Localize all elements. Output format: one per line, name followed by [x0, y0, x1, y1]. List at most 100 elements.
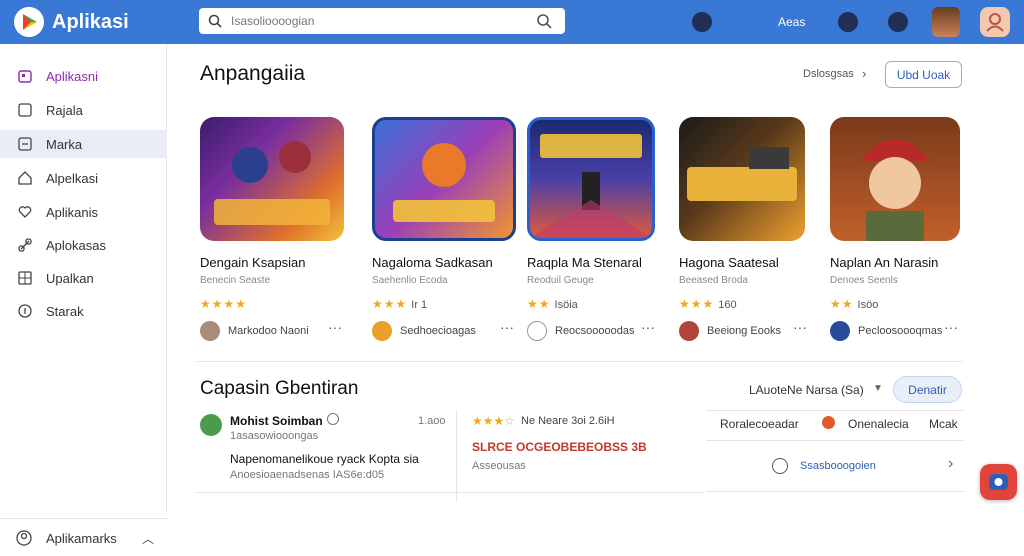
link-icon [18, 238, 32, 252]
more-options-icon[interactable]: ··· [641, 319, 655, 335]
app-logo[interactable] [14, 7, 44, 37]
rating-value: Ir 1 [411, 299, 428, 311]
search-submit-icon[interactable] [536, 13, 552, 29]
star-rating: ★★ [830, 297, 854, 311]
play-logo-icon [14, 7, 44, 37]
section-divider [196, 361, 962, 362]
developer-name[interactable]: Pecloosoooqmas [858, 325, 942, 337]
featured-headline[interactable]: SLRCE OCGEOBEBEOBSS 3B [472, 440, 647, 454]
chevron-down-icon[interactable]: ▼ [873, 383, 883, 394]
sidebar-item-upalkan[interactable]: Upalkan [0, 264, 167, 292]
reviewer-subline: 1asasowiooongas [230, 430, 319, 442]
link-label[interactable]: Ssasbooogoien [800, 460, 876, 472]
user-avatar[interactable] [932, 7, 960, 37]
sidebar-footer-label: Aplikamarks [46, 531, 117, 546]
sidebar-item-aplikasni[interactable]: Aplikasni [0, 62, 167, 90]
floating-action-button[interactable] [980, 464, 1017, 500]
app-rating: ★★ Isöia [527, 297, 578, 311]
app-card[interactable]: Naplan An Narasin Denoes Seenls ★★ Isöo P… [830, 117, 980, 347]
star-rating: ★★ [527, 297, 551, 311]
review-text: Napenomanelikoue ryack Kopta sia [230, 452, 419, 466]
app-thumbnail[interactable] [830, 117, 960, 241]
chevron-right-icon[interactable]: › [948, 455, 953, 473]
app-title[interactable]: Naplan An Narasin [830, 255, 938, 270]
app-thumbnail[interactable] [200, 117, 344, 241]
sidebar-item-label: Aplikanis [46, 205, 99, 220]
column-divider [456, 410, 457, 502]
sidebar-item-aplokasas[interactable]: Aplokasas [0, 231, 167, 259]
app-subtitle: Reoduil Geuge [527, 275, 594, 286]
more-options-icon[interactable]: ··· [500, 319, 514, 335]
chevron-up-icon[interactable]: ︿ [142, 530, 154, 547]
info-icon [18, 304, 32, 318]
app-card[interactable]: Hagona Saatesal Beeased Broda ★★★ 160 Bee… [679, 117, 829, 347]
app-thumbnail[interactable] [679, 117, 805, 241]
more-options-icon[interactable]: ··· [944, 319, 958, 335]
developer-avatar [200, 321, 220, 341]
developer-row: Sedhoecioagas ··· [372, 319, 522, 341]
sidebar-item-label: Upalkan [46, 271, 94, 286]
verified-icon [327, 413, 339, 425]
reviewer-name[interactable]: Mohist Soimban [230, 414, 323, 428]
account-button[interactable] [980, 7, 1010, 37]
sidebar-item-alpelkasi[interactable]: Alpelkasi [0, 164, 167, 192]
notifications-icon[interactable] [692, 12, 712, 32]
sidebar-footer[interactable]: Aplikamarks ︿ [0, 518, 167, 556]
section-title: Capasin Gbentiran [200, 378, 359, 399]
more-options-icon[interactable]: ··· [328, 319, 342, 335]
header-link[interactable]: Aeas [778, 15, 805, 29]
app-title[interactable]: Nagaloma Sadkasan [372, 255, 493, 270]
developer-name[interactable]: Beeiong Eooks [707, 325, 781, 337]
tab-item[interactable]: Roralecoeadar [720, 417, 799, 431]
sidebar-item-label: Starak [46, 304, 84, 319]
sidebar-item-label: Aplikasni [46, 69, 99, 84]
developer-avatar [830, 321, 850, 341]
app-name: Aplikasi [52, 11, 129, 33]
help-icon[interactable] [888, 12, 908, 32]
app-card[interactable]: Dengain Ksapsian Benecin Seaste ★★★★ Mar… [200, 117, 350, 347]
app-rating: ★★★ 160 [679, 297, 737, 311]
sidebar-item-label: Rajala [46, 103, 83, 118]
more-options-icon[interactable]: ··· [793, 319, 807, 335]
see-more-link[interactable]: Dslosgsas [803, 68, 854, 80]
app-subtitle: Beeased Broda [679, 275, 748, 286]
filter-dropdown[interactable]: LAuoteNe Narsa (Sa) [749, 383, 864, 397]
search-box[interactable] [199, 8, 565, 34]
view-all-button[interactable]: Ubd Uoak [885, 61, 962, 88]
app-rating: ★★ Isöo [830, 297, 878, 311]
chevron-right-icon[interactable]: › [862, 66, 866, 81]
app-card[interactable]: Nagaloma Sadkasan Saehenlio Ecoda ★★★ Ir … [372, 117, 522, 347]
calendar-icon [18, 70, 32, 83]
link-row[interactable]: Ssasbooogoien › [706, 440, 964, 492]
game-art-icon [214, 141, 330, 225]
sidebar-item-starak[interactable]: Starak [0, 297, 167, 325]
row-divider [196, 492, 704, 493]
app-title[interactable]: Dengain Ksapsian [200, 255, 306, 270]
sidebar-item-rajala[interactable]: Rajala [0, 96, 167, 124]
account-circle-icon [16, 530, 32, 546]
square-icon [18, 103, 32, 117]
app-title[interactable]: Raqpla Ma Stenaral [527, 255, 642, 270]
star-rating: ★★★ [372, 297, 408, 311]
star-rating: ★★★★ [200, 297, 248, 311]
app-thumbnail[interactable] [372, 117, 516, 241]
review-subtext: Anoesioaenadsenas IAS6e:d05 [230, 469, 385, 481]
action-button[interactable]: Denatir [893, 376, 962, 403]
tab-item[interactable]: Mcak [929, 417, 958, 431]
list-icon [18, 137, 32, 151]
search-input[interactable] [231, 12, 521, 30]
settings-icon[interactable] [838, 12, 858, 32]
reviewer-avatar [200, 414, 222, 436]
tab-item[interactable]: Onenalecia [848, 417, 909, 431]
app-title[interactable]: Hagona Saatesal [679, 255, 779, 270]
developer-name[interactable]: Sedhoecioagas [400, 325, 476, 337]
top-bar: Aplikasi Aeas [0, 0, 1024, 44]
developer-name[interactable]: Markodoo Naoni [228, 325, 309, 337]
developer-name[interactable]: Reocsooooodas [555, 325, 635, 337]
featured-sub: Asseousas [472, 460, 526, 472]
app-card[interactable]: Raqpla Ma Stenaral Reoduil Geuge ★★ Isöia… [527, 117, 677, 347]
app-thumbnail[interactable] [527, 117, 655, 241]
sidebar-item-aplikanis[interactable]: Aplikanis [0, 198, 167, 226]
review-count: 1.aoo [418, 415, 446, 427]
sidebar-item-marka[interactable]: Marka [0, 130, 167, 158]
